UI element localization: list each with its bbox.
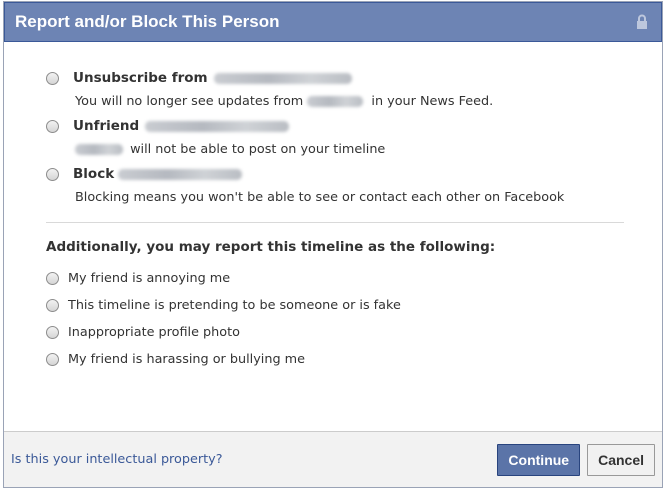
unsubscribe-description: You will no longer see updates from in y…: [75, 94, 494, 109]
unsubscribe-radio[interactable]: [46, 71, 59, 85]
cancel-button[interactable]: Cancel: [587, 443, 655, 476]
report-option-label: This timeline is pretending to be someon…: [68, 298, 401, 313]
report-fake-radio[interactable]: [46, 299, 59, 312]
report-option-harassing[interactable]: My friend is harassing or bullying me: [46, 346, 642, 373]
continue-button[interactable]: Continue: [497, 443, 581, 476]
report-heading: Additionally, you may report this timeli…: [46, 239, 496, 255]
dialog-title: Report and/or Block This Person: [15, 12, 280, 31]
blurred-name: [213, 72, 352, 84]
unfriend-label: Unfriend: [73, 118, 140, 134]
report-harassing-radio[interactable]: [46, 353, 59, 366]
blurred-name: [145, 120, 290, 132]
dialog-footer: Is this your intellectual property? Cont…: [4, 431, 662, 487]
block-description: Blocking means you won't be able to see …: [75, 190, 565, 205]
lock-icon: [637, 14, 647, 29]
report-option-fake[interactable]: This timeline is pretending to be someon…: [46, 292, 642, 319]
divider: [46, 222, 624, 223]
unfriend-description: will not be able to post on your timelin…: [75, 138, 642, 162]
report-options-list: My friend is annoying me This timeline i…: [46, 265, 642, 373]
option-block: Block Blocking means you won't be able t…: [46, 162, 642, 210]
option-unfriend: Unfriend will not be able to post on you…: [46, 114, 642, 162]
intellectual-property-link[interactable]: Is this your intellectual property?: [11, 452, 497, 467]
blurred-name: [118, 168, 243, 180]
block-label: Block: [73, 166, 115, 182]
option-unsubscribe: Unsubscribe from You will no longer see …: [46, 66, 642, 114]
report-option-annoying[interactable]: My friend is annoying me: [46, 265, 642, 292]
report-block-dialog: Report and/or Block This Person Unsubscr…: [3, 1, 663, 488]
report-option-label: My friend is annoying me: [68, 271, 231, 286]
blurred-name: [307, 96, 364, 107]
blurred-name: [75, 144, 123, 155]
report-option-label: My friend is harassing or bullying me: [68, 352, 305, 367]
unfriend-radio[interactable]: [46, 119, 59, 133]
block-radio[interactable]: [46, 167, 59, 181]
report-option-label: Inappropriate profile photo: [68, 325, 240, 340]
report-annoying-radio[interactable]: [46, 272, 59, 285]
dialog-content: Unsubscribe from You will no longer see …: [4, 42, 662, 373]
dialog-titlebar: Report and/or Block This Person: [4, 2, 662, 42]
report-option-photo[interactable]: Inappropriate profile photo: [46, 319, 642, 346]
report-photo-radio[interactable]: [46, 326, 59, 339]
unsubscribe-label: Unsubscribe from: [73, 70, 208, 86]
